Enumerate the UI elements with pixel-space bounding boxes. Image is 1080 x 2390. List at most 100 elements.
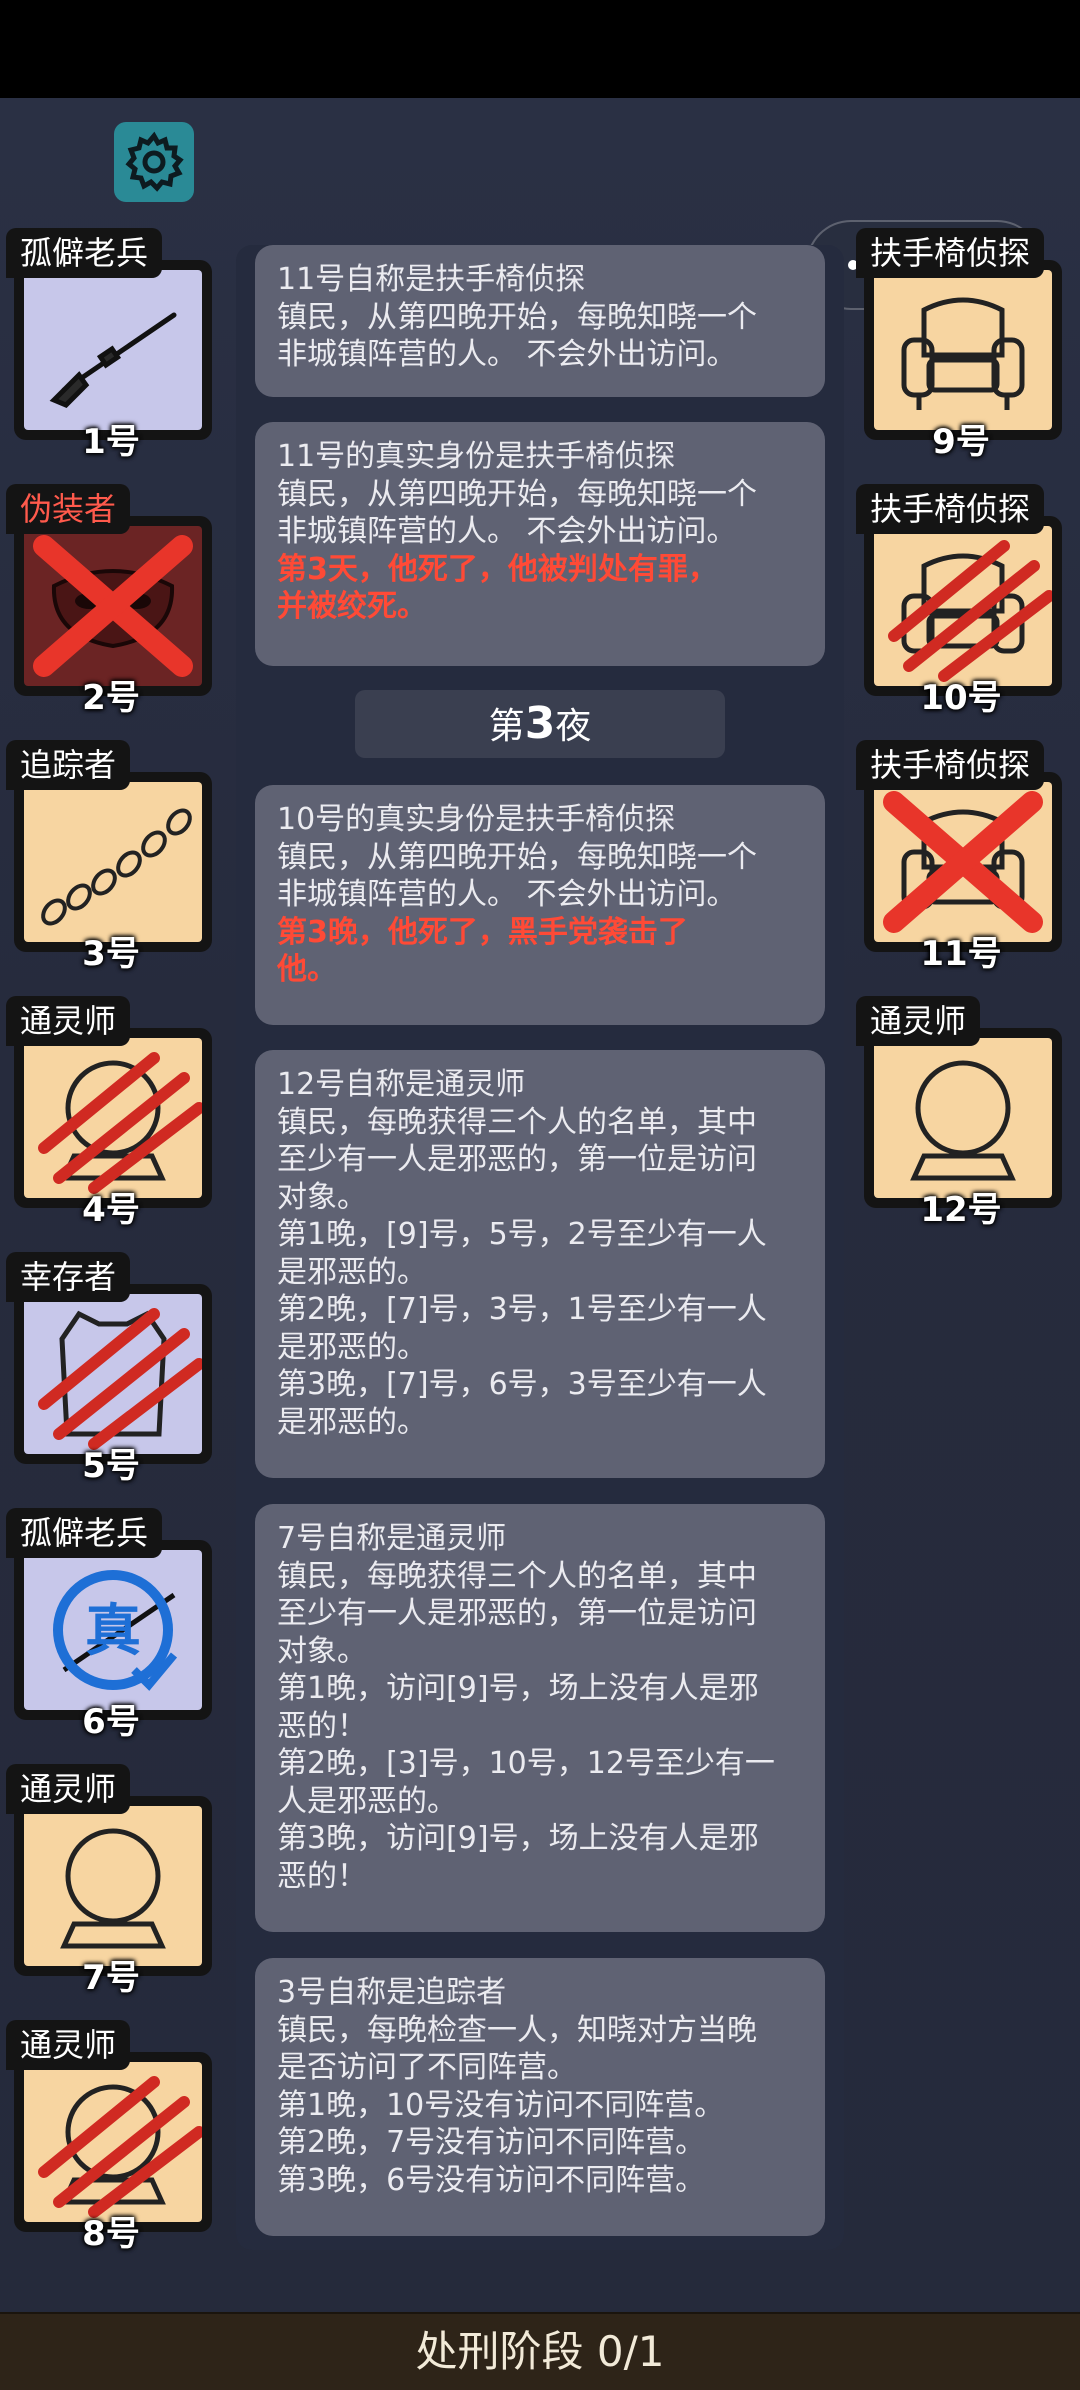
player-number: 9号 bbox=[932, 422, 990, 462]
badge-text: 真 bbox=[85, 1599, 141, 1664]
player-role: 通灵师 bbox=[6, 2020, 131, 2070]
player-number: 11号 bbox=[920, 934, 1002, 974]
log-message: 10号的真实身份是扶手椅侦探 镇民，从第四晚开始，每晚知晓一个 非城镇阵营的人。… bbox=[255, 785, 825, 1025]
player-number: 3号 bbox=[82, 934, 140, 974]
player-role: 追踪者 bbox=[6, 740, 131, 790]
player-number: 7号 bbox=[82, 1958, 140, 1998]
msg-line: 第1晚，[9]号，5号，2号至少有一人 bbox=[277, 1217, 767, 1252]
msg-line: 11号的真实身份是扶手椅侦探 bbox=[277, 439, 676, 474]
player-card-7[interactable]: 通灵师 7号 bbox=[6, 1764, 216, 1998]
player-role: 幸存者 bbox=[6, 1252, 131, 1302]
player-card-frame bbox=[14, 260, 212, 440]
player-card-6[interactable]: 真 孤僻老兵 6号 bbox=[6, 1508, 216, 1742]
player-portrait bbox=[24, 526, 202, 686]
player-card-frame bbox=[864, 260, 1062, 440]
player-role: 孤僻老兵 bbox=[6, 1508, 163, 1558]
player-number: 10号 bbox=[920, 678, 1002, 718]
msg-line: 3号自称是追踪者 bbox=[277, 1975, 507, 2010]
player-portrait bbox=[24, 2062, 202, 2222]
log-message: 12号自称是通灵师 镇民，每晚获得三个人的名单，其中 至少有一人是邪恶的，第一位… bbox=[255, 1050, 825, 1478]
msg-line: 是邪恶的。 bbox=[277, 1404, 427, 1440]
death-notice: 第3晚，他死了，黑手党袭击了 bbox=[277, 914, 688, 950]
player-number: 6号 bbox=[82, 1702, 140, 1742]
crystal-ball-icon bbox=[60, 1828, 166, 1949]
player-number: 2号 bbox=[82, 678, 140, 718]
vest-icon bbox=[38, 1308, 202, 1450]
player-card-2[interactable]: 伪装者 2号 bbox=[6, 484, 216, 718]
night-header: 第3夜 bbox=[355, 690, 725, 758]
player-card-frame bbox=[14, 1028, 212, 1208]
msg-line: 非城镇阵营的人。 不会外出访问。 bbox=[277, 337, 737, 372]
msg-line: 第3晚，[7]号，6号，3号至少有一人 bbox=[277, 1367, 767, 1402]
crystal-ball-icon bbox=[38, 1052, 202, 1194]
player-portrait bbox=[24, 782, 202, 942]
player-role: 孤僻老兵 bbox=[6, 228, 163, 278]
player-card-5[interactable]: 幸存者 5号 bbox=[6, 1252, 216, 1486]
msg-line: 第1晚，10号没有访问不同阵营。 bbox=[277, 2087, 725, 2123]
mask-icon bbox=[33, 535, 193, 677]
player-role: 扶手椅侦探 bbox=[856, 740, 1045, 790]
player-card-12[interactable]: 通灵师 12号 bbox=[856, 996, 1066, 1230]
player-card-frame bbox=[864, 516, 1062, 696]
msg-line: 人是邪恶的。 bbox=[277, 1783, 457, 1819]
footprints-icon bbox=[41, 808, 192, 926]
msg-line: 镇民，每晚检查一人，知晓对方当晚 bbox=[277, 2012, 757, 2048]
crystal-ball-icon bbox=[910, 1060, 1016, 1181]
night-number: 3 bbox=[524, 698, 556, 749]
player-portrait bbox=[24, 1294, 202, 1454]
player-portrait bbox=[24, 270, 202, 430]
msg-line: 对象。 bbox=[277, 1179, 367, 1215]
player-role: 通灵师 bbox=[6, 1764, 131, 1814]
armchair-icon bbox=[888, 540, 1052, 682]
player-portrait bbox=[874, 270, 1052, 430]
player-card-frame bbox=[864, 772, 1062, 952]
armchair-icon bbox=[883, 791, 1043, 933]
phase-label: 处刑阶段 0/1 bbox=[415, 2327, 665, 2376]
player-number: 8号 bbox=[82, 2214, 140, 2254]
player-portrait: 真 bbox=[24, 1550, 202, 1710]
player-number: 5号 bbox=[82, 1446, 140, 1486]
msg-line: 至少有一人是邪恶的，第一位是访问 bbox=[277, 1596, 757, 1631]
msg-line: 第3晚，访问[9]号，场上没有人是邪 bbox=[277, 1821, 759, 1856]
player-card-10[interactable]: 扶手椅侦探 10号 bbox=[856, 484, 1066, 718]
msg-line: 第1晚，访问[9]号，场上没有人是邪 bbox=[277, 1671, 759, 1706]
player-portrait bbox=[874, 526, 1052, 686]
verified-badge-icon: 真 bbox=[53, 1570, 178, 1691]
armchair-icon bbox=[901, 297, 1025, 410]
player-card-1[interactable]: 孤僻老兵 1号 bbox=[6, 228, 216, 462]
msg-line: 非城镇阵营的人。 不会外出访问。 bbox=[277, 877, 737, 912]
claw-marks-icon bbox=[38, 2076, 202, 2218]
log-message: 11号自称是扶手椅侦探 镇民，从第四晚开始，每晚知晓一个 非城镇阵营的人。 不会… bbox=[255, 245, 825, 397]
msg-line: 镇民，从第四晚开始，每晚知晓一个 bbox=[277, 476, 757, 512]
msg-line: 7号自称是通灵师 bbox=[277, 1521, 507, 1556]
player-card-8[interactable]: 通灵师 8号 bbox=[6, 2020, 216, 2254]
player-card-frame bbox=[14, 1796, 212, 1976]
death-notice: 并被绞死。 bbox=[277, 589, 427, 624]
log-message: 11号的真实身份是扶手椅侦探 镇民，从第四晚开始，每晚知晓一个 非城镇阵营的人。… bbox=[255, 422, 825, 666]
player-portrait bbox=[24, 1038, 202, 1198]
phase-bar[interactable]: 处刑阶段 0/1 bbox=[0, 2312, 1080, 2390]
claw-marks-icon bbox=[888, 540, 1052, 682]
settings-button[interactable] bbox=[114, 122, 194, 202]
msg-line: 对象。 bbox=[277, 1633, 367, 1669]
msg-line: 镇民，从第四晚开始，每晚知晓一个 bbox=[277, 839, 757, 875]
player-number: 12号 bbox=[920, 1190, 1002, 1230]
msg-line: 是邪恶的。 bbox=[277, 1329, 427, 1365]
player-portrait bbox=[24, 1806, 202, 1966]
msg-line: 11号自称是扶手椅侦探 bbox=[277, 262, 586, 297]
player-card-11[interactable]: 扶手椅侦探 11号 bbox=[856, 740, 1066, 974]
player-card-3[interactable]: 追踪者 3号 bbox=[6, 740, 216, 974]
msg-line: 第2晚，7号没有访问不同阵营。 bbox=[277, 2125, 706, 2160]
player-card-4[interactable]: 通灵师 4号 bbox=[6, 996, 216, 1230]
gear-icon bbox=[125, 131, 184, 192]
msg-line: 镇民，从第四晚开始，每晚知晓一个 bbox=[277, 299, 757, 335]
player-card-9[interactable]: 扶手椅侦探 9号 bbox=[856, 228, 1066, 462]
death-notice: 第3天，他死了，他被判处有罪， bbox=[277, 551, 718, 587]
msg-line: 10号的真实身份是扶手椅侦探 bbox=[277, 802, 676, 837]
msg-line: 镇民，每晚获得三个人的名单，其中 bbox=[277, 1558, 757, 1594]
msg-line: 是否访问了不同阵营。 bbox=[277, 2050, 577, 2085]
player-number: 1号 bbox=[82, 422, 140, 462]
player-role: 伪装者 bbox=[6, 484, 131, 534]
night-prefix: 第 bbox=[488, 706, 525, 747]
msg-line: 第2晚，[7]号，3号，1号至少有一人 bbox=[277, 1292, 767, 1327]
